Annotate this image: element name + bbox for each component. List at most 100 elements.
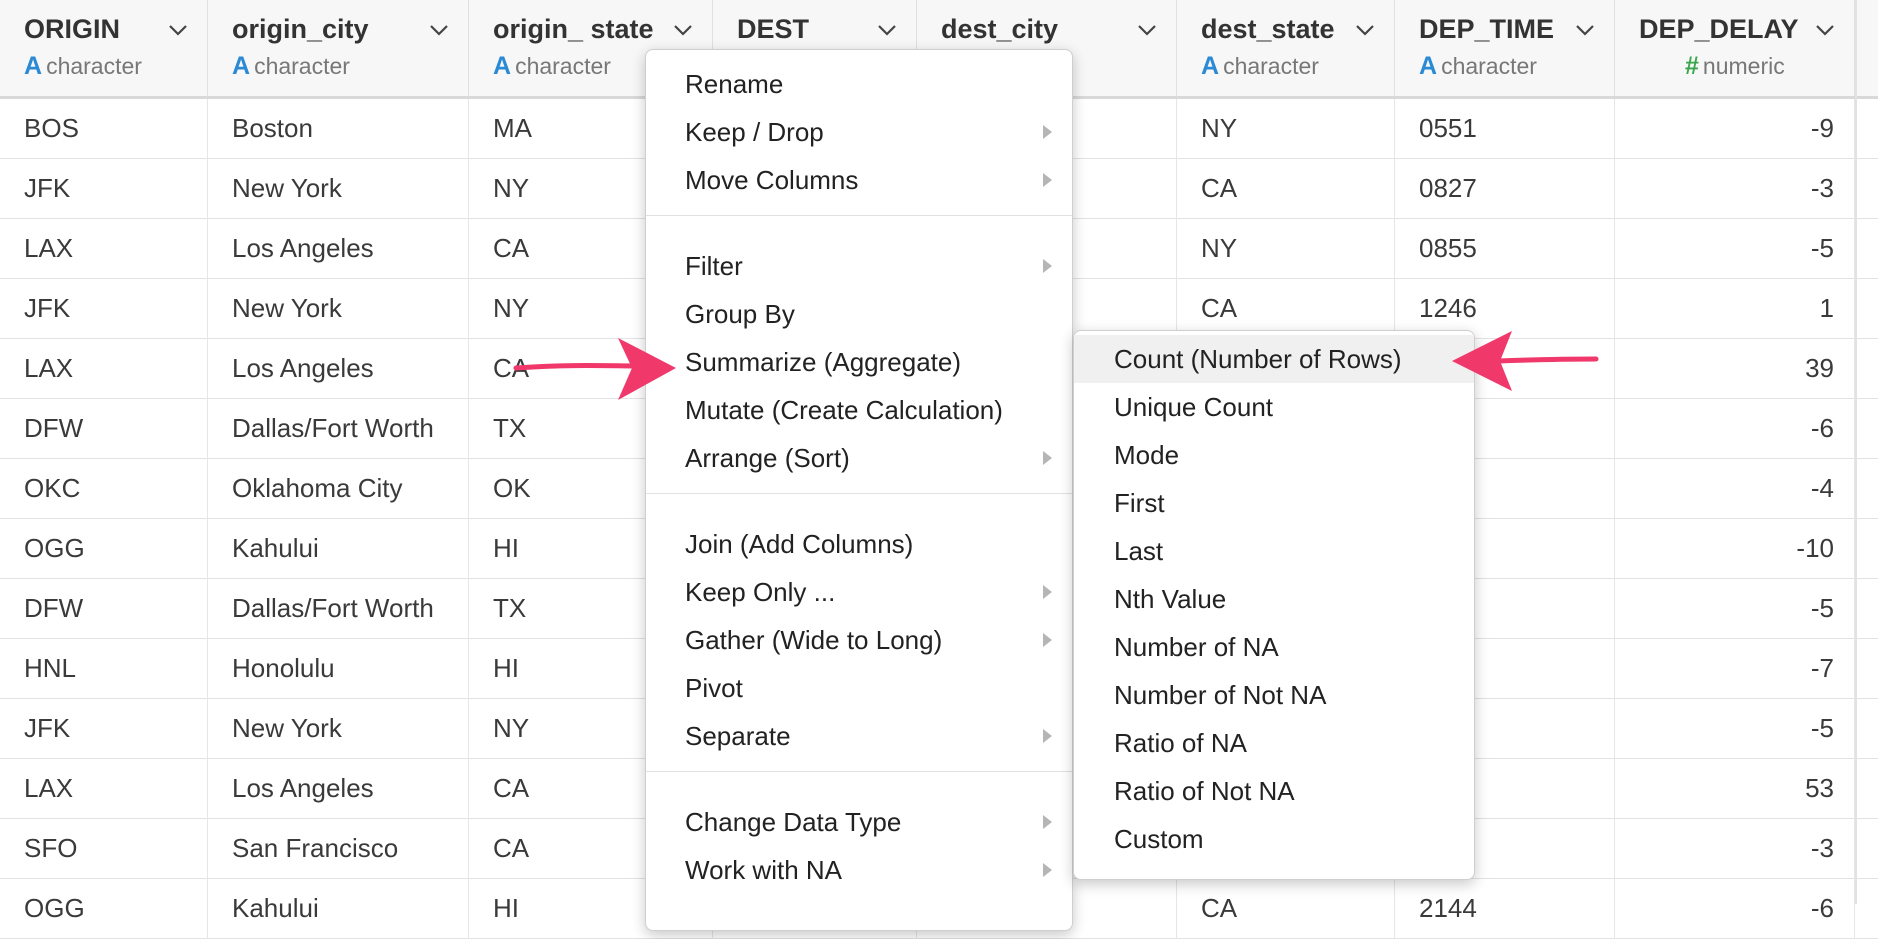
table-cell[interactable]: New York (208, 699, 469, 759)
table-cell[interactable]: -3 (1615, 159, 1855, 219)
menu-item-label: Arrange (Sort) (685, 443, 850, 473)
table-cell[interactable]: -7 (1615, 639, 1855, 699)
submenu-item-unique-count[interactable]: Unique Count (1074, 383, 1474, 431)
chevron-down-icon[interactable] (673, 20, 693, 40)
submenu-item-custom[interactable]: Custom (1074, 815, 1474, 863)
menu-item-mutate-create-calculation[interactable]: Mutate (Create Calculation) (646, 386, 1072, 434)
column-type-label: character (1441, 53, 1537, 79)
table-cell[interactable]: Los Angeles (208, 339, 469, 399)
table-cell[interactable]: JFK (0, 699, 208, 759)
table-cell[interactable]: DFW (0, 579, 208, 639)
column-name: origin_city (232, 14, 369, 44)
submenu-item-label: Unique Count (1114, 392, 1273, 422)
column-header-7[interactable]: DEP_DELAY # numeric (1615, 0, 1855, 96)
menu-item-join-add-columns[interactable]: Join (Add Columns) (646, 520, 1072, 568)
table-cell[interactable]: 0551 (1395, 99, 1615, 159)
table-cell[interactable]: New York (208, 279, 469, 339)
menu-item-summarize-aggregate[interactable]: Summarize (Aggregate) (646, 338, 1072, 386)
menu-item-separate[interactable]: Separate (646, 712, 1072, 760)
table-cell[interactable]: -5 (1615, 699, 1855, 759)
column-header-1[interactable]: origin_city Acharacter (208, 0, 469, 96)
submenu-item-nth-value[interactable]: Nth Value (1074, 575, 1474, 623)
table-cell[interactable]: Los Angeles (208, 759, 469, 819)
table-cell[interactable]: Los Angeles (208, 219, 469, 279)
table-cell[interactable]: OGG (0, 879, 208, 939)
column-header-0[interactable]: ORIGIN Acharacter (0, 0, 208, 96)
table-cell[interactable]: 1 (1615, 279, 1855, 339)
table-cell[interactable]: SFO (0, 819, 208, 879)
grid-right-border (1855, 0, 1857, 904)
chevron-down-icon[interactable] (1137, 20, 1157, 40)
submenu-item-number-of-not-na[interactable]: Number of Not NA (1074, 671, 1474, 719)
menu-item-gather-wide-to-long[interactable]: Gather (Wide to Long) (646, 616, 1072, 664)
submenu-item-label: Mode (1114, 440, 1180, 470)
menu-item-filter[interactable]: Filter (646, 242, 1072, 290)
chevron-down-icon[interactable] (429, 20, 449, 40)
table-cell[interactable]: NY (1177, 99, 1395, 159)
menu-item-label: Separate (685, 721, 791, 751)
table-cell[interactable]: 0855 (1395, 219, 1615, 279)
table-cell[interactable]: -4 (1615, 459, 1855, 519)
table-cell[interactable]: NY (1177, 219, 1395, 279)
table-cell[interactable]: LAX (0, 219, 208, 279)
menu-item-move-columns[interactable]: Move Columns (646, 156, 1072, 204)
menu-item-label: Gather (Wide to Long) (685, 625, 943, 655)
table-cell[interactable]: New York (208, 159, 469, 219)
table-cell[interactable]: Kahului (208, 879, 469, 939)
chevron-down-icon[interactable] (1575, 20, 1595, 40)
table-cell[interactable]: -10 (1615, 519, 1855, 579)
table-cell[interactable]: -5 (1615, 579, 1855, 639)
table-cell[interactable]: 53 (1615, 759, 1855, 819)
table-cell[interactable]: OGG (0, 519, 208, 579)
column-header-5[interactable]: dest_state Acharacter (1177, 0, 1395, 96)
table-cell[interactable]: Honolulu (208, 639, 469, 699)
table-cell[interactable]: OKC (0, 459, 208, 519)
chevron-down-icon[interactable] (1355, 20, 1375, 40)
table-cell[interactable]: -5 (1615, 219, 1855, 279)
table-cell[interactable]: JFK (0, 279, 208, 339)
table-cell[interactable]: Dallas/Fort Worth (208, 579, 469, 639)
chevron-down-icon[interactable] (877, 20, 897, 40)
table-cell[interactable]: Boston (208, 99, 469, 159)
table-cell[interactable]: 0827 (1395, 159, 1615, 219)
table-cell[interactable]: Dallas/Fort Worth (208, 399, 469, 459)
submenu-item-number-of-na[interactable]: Number of NA (1074, 623, 1474, 671)
table-cell[interactable]: Oklahoma City (208, 459, 469, 519)
column-name: origin_ state (493, 14, 654, 44)
table-cell[interactable]: -6 (1615, 399, 1855, 459)
table-cell[interactable]: BOS (0, 99, 208, 159)
submenu-item-ratio-of-not-na[interactable]: Ratio of Not NA (1074, 767, 1474, 815)
chevron-down-icon[interactable] (168, 20, 188, 40)
submenu-item-count-number-of-rows[interactable]: Count (Number of Rows) (1074, 335, 1474, 383)
column-header-6[interactable]: DEP_TIME Acharacter (1395, 0, 1615, 96)
submenu-item-ratio-of-na[interactable]: Ratio of NA (1074, 719, 1474, 767)
table-cell[interactable]: 39 (1615, 339, 1855, 399)
table-cell[interactable]: -6 (1615, 879, 1855, 939)
table-cell[interactable]: CA (1177, 159, 1395, 219)
menu-item-pivot[interactable]: Pivot (646, 664, 1072, 712)
menu-item-work-with-na[interactable]: Work with NA (646, 846, 1072, 894)
table-cell[interactable]: LAX (0, 339, 208, 399)
menu-item-keep-only[interactable]: Keep Only ... (646, 568, 1072, 616)
menu-item-label: Work with NA (685, 855, 842, 885)
menu-item-change-data-type[interactable]: Change Data Type (646, 798, 1072, 846)
table-cell[interactable]: LAX (0, 759, 208, 819)
table-cell[interactable]: 2144 (1395, 879, 1615, 939)
submenu-item-last[interactable]: Last (1074, 527, 1474, 575)
table-cell[interactable]: CA (1177, 879, 1395, 939)
table-cell[interactable]: JFK (0, 159, 208, 219)
menu-item-arrange-sort[interactable]: Arrange (Sort) (646, 434, 1072, 482)
table-cell[interactable]: -9 (1615, 99, 1855, 159)
table-cell[interactable]: Kahului (208, 519, 469, 579)
submenu-item-mode[interactable]: Mode (1074, 431, 1474, 479)
menu-item-keep-drop[interactable]: Keep / Drop (646, 108, 1072, 156)
submenu-item-first[interactable]: First (1074, 479, 1474, 527)
chevron-down-icon[interactable] (1815, 20, 1835, 40)
table-cell[interactable]: -3 (1615, 819, 1855, 879)
column-type-label: character (515, 53, 611, 79)
menu-item-group-by[interactable]: Group By (646, 290, 1072, 338)
menu-item-rename[interactable]: Rename (646, 60, 1072, 108)
table-cell[interactable]: DFW (0, 399, 208, 459)
table-cell[interactable]: San Francisco (208, 819, 469, 879)
table-cell[interactable]: HNL (0, 639, 208, 699)
